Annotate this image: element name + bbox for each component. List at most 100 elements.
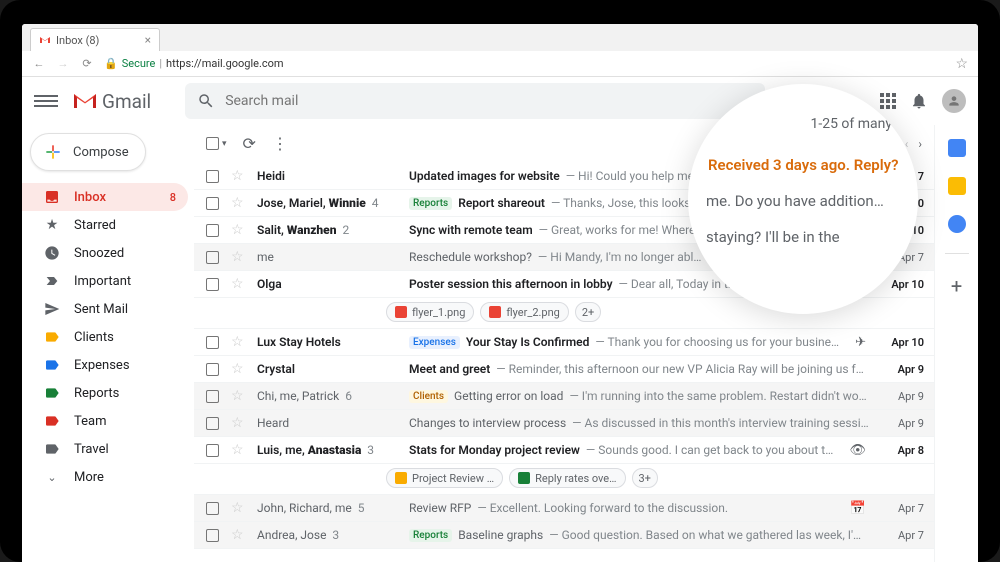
subject: Baseline graphs xyxy=(458,528,543,542)
row-checkbox[interactable] xyxy=(206,170,219,183)
subject: Sync with remote team xyxy=(409,223,533,237)
nav-count: 8 xyxy=(170,191,176,204)
email-row[interactable]: ☆Luis, me, Anastasia 3Stats for Monday p… xyxy=(194,437,934,464)
nav-label: Clients xyxy=(74,330,114,345)
star-icon[interactable]: ☆ xyxy=(231,195,245,211)
attachment-chip[interactable]: flyer_1.png xyxy=(386,302,474,322)
snippet: — Hi! Could you help me … xyxy=(566,169,705,183)
url-text: https://mail.google.com xyxy=(166,57,284,70)
sidebar-item-important[interactable]: Important xyxy=(22,267,188,295)
star-icon[interactable]: ☆ xyxy=(231,415,245,431)
next-page-icon[interactable]: › xyxy=(918,137,922,151)
sender: Salit, Wanzhen 2 xyxy=(257,223,397,237)
row-checkbox[interactable] xyxy=(206,529,219,542)
row-checkbox[interactable] xyxy=(206,336,219,349)
sidebar-item-snoozed[interactable]: Snoozed xyxy=(22,239,188,267)
date: Apr 9 xyxy=(882,363,924,376)
address-bar: ← → ⟳ 🔒 Secure | https://mail.google.com… xyxy=(22,51,978,77)
star-icon[interactable]: ☆ xyxy=(231,222,245,238)
email-row[interactable]: ☆Chi, me, Patrick 6ClientsGetting error … xyxy=(194,383,934,410)
snippet: — I'm running into the same problem. Res… xyxy=(569,389,870,403)
star-icon[interactable]: ☆ xyxy=(231,361,245,377)
compose-button[interactable]: Compose xyxy=(30,133,146,171)
email-row[interactable]: ☆Lux Stay HotelsExpensesYour Stay Is Con… xyxy=(194,329,934,356)
snippet: — Hi Mandy, I'm no longer abl… xyxy=(538,250,702,264)
star-icon[interactable]: ☆ xyxy=(231,388,245,404)
refresh-icon[interactable]: ⟳ xyxy=(243,134,256,153)
sidebar-item-more[interactable]: ⌄More xyxy=(22,463,188,491)
date: Apr 9 xyxy=(882,390,924,403)
attachment-more[interactable]: 3+ xyxy=(632,468,658,488)
row-checkbox[interactable] xyxy=(206,444,219,457)
bookmark-icon[interactable]: ☆ xyxy=(955,56,968,72)
gmail-logo[interactable]: Gmail xyxy=(72,90,151,113)
forward-icon[interactable]: → xyxy=(56,57,70,71)
url-field[interactable]: 🔒 Secure | https://mail.google.com xyxy=(104,57,945,70)
star-icon[interactable]: ☆ xyxy=(231,249,245,265)
sidebar-item-inbox[interactable]: Inbox8 xyxy=(22,183,188,211)
mag-line2: staying? I'll be in the xyxy=(706,228,900,246)
calendar-icon[interactable] xyxy=(948,139,966,157)
search-input[interactable] xyxy=(225,93,753,109)
row-checkbox[interactable] xyxy=(206,197,219,210)
email-row[interactable]: ☆CrystalMeet and greet— Reminder, this a… xyxy=(194,356,934,383)
close-icon[interactable]: × xyxy=(145,33,151,47)
nav-label: Reports xyxy=(74,386,119,401)
attachment-chip[interactable]: Reply rates ove… xyxy=(509,468,625,488)
email-row[interactable]: ☆Andrea, Jose 3ReportsBaseline graphs— G… xyxy=(194,522,934,549)
more-icon[interactable]: ⋮ xyxy=(272,134,288,153)
row-checkbox[interactable] xyxy=(206,390,219,403)
product-name: Gmail xyxy=(102,90,151,113)
star-icon[interactable]: ☆ xyxy=(231,500,245,516)
file-icon xyxy=(395,472,407,484)
attachment-name: Reply rates ove… xyxy=(535,472,616,485)
nav-label: Sent Mail xyxy=(74,302,128,317)
hamburger-icon[interactable] xyxy=(34,89,58,113)
attachment-chip[interactable]: Project Review … xyxy=(386,468,503,488)
sender: Luis, me, Anastasia 3 xyxy=(257,443,397,457)
row-checkbox[interactable] xyxy=(206,251,219,264)
sender: Jose, Mariel, Winnie 4 xyxy=(257,196,397,210)
sender: John, Richard, me 5 xyxy=(257,501,397,515)
sidebar-item-starred[interactable]: ★Starred xyxy=(22,211,188,239)
row-checkbox[interactable] xyxy=(206,502,219,515)
notifications-icon[interactable] xyxy=(910,92,928,110)
sidebar-item-sent-mail[interactable]: Sent Mail xyxy=(22,295,188,323)
account-avatar[interactable] xyxy=(942,89,966,113)
row-checkbox[interactable] xyxy=(206,278,219,291)
sidebar-item-expenses[interactable]: Expenses xyxy=(22,351,188,379)
nav-label: Snoozed xyxy=(74,246,124,261)
browser-tab[interactable]: Inbox (8) × xyxy=(30,28,160,51)
sidebar-item-travel[interactable]: Travel xyxy=(22,435,188,463)
snippet: — Excellent. Looking forward to the disc… xyxy=(477,501,728,515)
date: Apr 9 xyxy=(882,417,924,430)
star-icon[interactable]: ☆ xyxy=(231,527,245,543)
sidebar-item-team[interactable]: Team xyxy=(22,407,188,435)
add-icon[interactable]: + xyxy=(951,274,962,298)
category-label: Reports xyxy=(409,529,452,542)
star-icon[interactable]: ☆ xyxy=(231,168,245,184)
attachment-chip[interactable]: flyer_2.png xyxy=(480,302,568,322)
reload-icon[interactable]: ⟳ xyxy=(80,57,94,71)
select-all[interactable]: ▾ xyxy=(206,137,227,150)
tasks-icon[interactable] xyxy=(948,215,966,233)
subject: Poster session this afternoon in lobby xyxy=(409,277,613,291)
apps-icon[interactable] xyxy=(880,93,896,109)
search-bar[interactable] xyxy=(185,83,765,119)
nav-icon xyxy=(44,273,60,289)
star-icon[interactable]: ☆ xyxy=(231,442,245,458)
email-row[interactable]: ☆HeardChanges to interview process— As d… xyxy=(194,410,934,437)
sidebar-item-clients[interactable]: Clients xyxy=(22,323,188,351)
nav-label: Travel xyxy=(74,442,109,457)
row-checkbox[interactable] xyxy=(206,417,219,430)
back-icon[interactable]: ← xyxy=(32,57,46,71)
subject: Report shareout xyxy=(458,196,545,210)
star-icon[interactable]: ☆ xyxy=(231,276,245,292)
sidebar-item-reports[interactable]: Reports xyxy=(22,379,188,407)
row-checkbox[interactable] xyxy=(206,363,219,376)
email-row[interactable]: ☆John, Richard, me 5Review RFP— Excellen… xyxy=(194,495,934,522)
star-icon[interactable]: ☆ xyxy=(231,334,245,350)
attachment-more[interactable]: 2+ xyxy=(575,302,601,322)
keep-icon[interactable] xyxy=(948,177,966,195)
row-checkbox[interactable] xyxy=(206,224,219,237)
